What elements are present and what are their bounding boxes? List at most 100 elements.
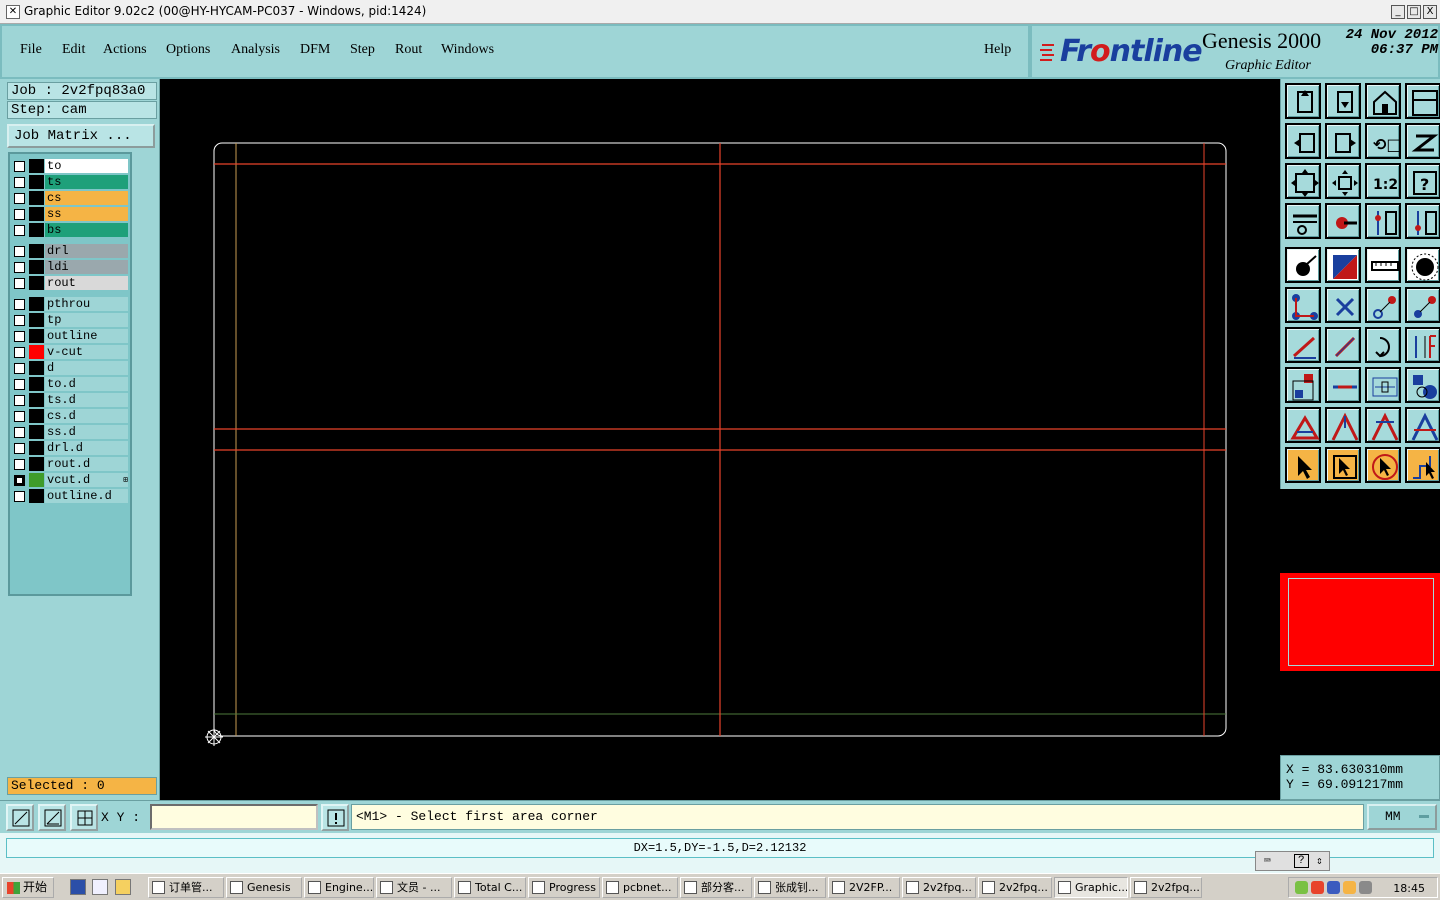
taskbar-task[interactable]: Progress [528, 877, 600, 898]
line-arc-button[interactable] [1405, 287, 1440, 323]
mirror-button[interactable] [1405, 327, 1440, 363]
menu-actions[interactable]: Actions [103, 42, 147, 58]
layer-color-swatch[interactable] [29, 223, 44, 237]
layer-color-swatch[interactable] [29, 361, 44, 375]
layer-checkbox[interactable] [14, 331, 25, 342]
select-button[interactable] [1285, 447, 1321, 483]
layer-name[interactable]: cs.d [45, 409, 128, 423]
taskbar-task[interactable]: 2v2fpq... [978, 877, 1052, 898]
taskbar-task[interactable]: 文员 - ... [376, 877, 452, 898]
layer-color-swatch[interactable] [29, 207, 44, 221]
layer-row[interactable]: cs [10, 190, 130, 206]
layer-name[interactable]: rout [45, 276, 128, 290]
layer-name[interactable]: drl [45, 244, 128, 258]
menu-edit[interactable]: Edit [62, 42, 85, 58]
taskbar-task[interactable]: 2v2fpq... [1130, 877, 1202, 898]
layer-row[interactable]: rout.d [10, 456, 130, 472]
layer-row[interactable]: ss.d [10, 424, 130, 440]
menu-rout[interactable]: Rout [395, 42, 422, 58]
snap-mode-button[interactable] [6, 804, 34, 831]
ruler-button[interactable] [1365, 247, 1401, 283]
taskbar-task[interactable]: 订单管... [148, 877, 224, 898]
taskbar-task[interactable]: 2v2fpq... [902, 877, 976, 898]
layer-row[interactable]: ts [10, 174, 130, 190]
layer-color-swatch[interactable] [29, 441, 44, 455]
layer-checkbox[interactable] [14, 262, 25, 273]
taskbar-task[interactable]: pcbnet... [602, 877, 678, 898]
layer-row[interactable]: to [10, 158, 130, 174]
layer-row[interactable]: ts.d [10, 392, 130, 408]
taskbar-task[interactable]: 部分客... [680, 877, 752, 898]
layer-checkbox[interactable] [14, 491, 25, 502]
tray-icon-3[interactable] [1327, 881, 1340, 894]
minimize-button[interactable]: _ [1391, 5, 1405, 19]
layer-color-swatch[interactable] [29, 409, 44, 423]
layer-checkbox[interactable] [14, 443, 25, 454]
menu-windows[interactable]: Windows [441, 42, 494, 58]
layer-color-swatch[interactable] [29, 457, 44, 471]
layer-name[interactable]: d [45, 361, 128, 375]
layer-checkbox[interactable] [14, 177, 25, 188]
menu-dfm[interactable]: DFM [300, 42, 330, 58]
tray-icon-1[interactable] [1295, 881, 1308, 894]
layer-name[interactable]: to.d [45, 377, 128, 391]
layer-checkbox[interactable] [14, 278, 25, 289]
taskbar-task[interactable]: Graphic... [1054, 877, 1128, 898]
measure-tool-button[interactable] [1285, 203, 1321, 239]
layer-checkbox[interactable] [14, 459, 25, 470]
layer-row[interactable]: pthrou [10, 296, 130, 312]
layer-attr2-button[interactable] [1405, 203, 1440, 239]
taskbar-task[interactable]: Genesis [226, 877, 302, 898]
layer-row[interactable]: cs.d [10, 408, 130, 424]
layer-color-swatch[interactable] [29, 175, 44, 189]
layer-color-swatch[interactable] [29, 159, 44, 173]
net-button[interactable] [1285, 287, 1321, 323]
taskbar-task[interactable]: 张成钊... [754, 877, 826, 898]
layer-checkbox[interactable] [14, 299, 25, 310]
overview-map[interactable] [1280, 573, 1440, 671]
pad-button[interactable] [1285, 247, 1321, 283]
tray-icon-4[interactable] [1343, 881, 1356, 894]
layer-checkbox[interactable] [14, 427, 25, 438]
layer-color-swatch[interactable] [29, 276, 44, 290]
zoom-fit-button[interactable] [1285, 163, 1321, 199]
maximize-button[interactable]: □ [1407, 5, 1421, 19]
layer-row[interactable]: v-cut [10, 344, 130, 360]
poly4-button[interactable] [1405, 407, 1440, 443]
line-add-button[interactable] [1285, 327, 1321, 363]
dimension-button[interactable] [1365, 367, 1401, 403]
line-edit-button[interactable] [1325, 327, 1361, 363]
units-select[interactable]: MM [1367, 804, 1437, 830]
layer-name[interactable]: ts.d [45, 393, 128, 407]
layer-row[interactable]: tp [10, 312, 130, 328]
layer-attr-button[interactable] [1365, 203, 1401, 239]
layer-color-swatch[interactable] [29, 393, 44, 407]
layer-name[interactable]: to [45, 159, 128, 173]
keyboard-icon[interactable]: ⌨ [1264, 854, 1271, 868]
circle-button[interactable] [1405, 247, 1440, 283]
layer-row[interactable]: outline.d [10, 488, 130, 504]
updown-icon[interactable]: ⇕ [1316, 854, 1323, 868]
desktop-icon[interactable] [92, 879, 108, 895]
layer-row[interactable]: d [10, 360, 130, 376]
close-button[interactable]: X [1423, 5, 1437, 19]
layer-checkbox[interactable] [14, 315, 25, 326]
layer-name[interactable]: tp [45, 313, 128, 327]
layer-name[interactable]: ts [45, 175, 128, 189]
import-button[interactable] [1285, 123, 1321, 159]
help-button[interactable]: ? [1294, 854, 1309, 868]
layer-row[interactable]: rout [10, 275, 130, 291]
layer-name[interactable]: ss [45, 207, 128, 221]
menu-file[interactable]: File [20, 42, 42, 58]
layer-checkbox[interactable] [14, 395, 25, 406]
arc-button[interactable] [1365, 287, 1401, 323]
layer-checkbox[interactable] [14, 475, 25, 486]
layer-name[interactable]: v-cut [45, 345, 128, 359]
layer-row[interactable]: ldi [10, 259, 130, 275]
taskbar-task[interactable]: 2V2FP... [828, 877, 900, 898]
layer-color-swatch[interactable] [29, 329, 44, 343]
layer-checkbox[interactable] [14, 161, 25, 172]
rotate-button[interactable] [1365, 327, 1401, 363]
layer-checkbox[interactable] [14, 363, 25, 374]
tray-icon-2[interactable] [1311, 881, 1324, 894]
